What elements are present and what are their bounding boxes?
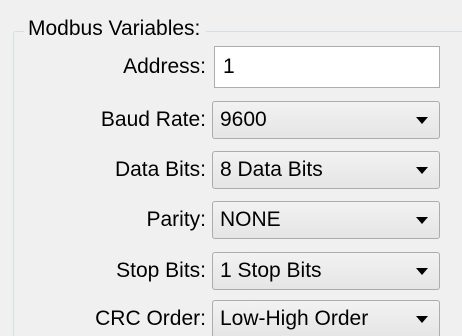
parity-value: NONE (220, 208, 281, 231)
address-row: Address: (0, 46, 462, 88)
chevron-down-icon (416, 167, 428, 174)
crc-order-value: Low-High Order (220, 307, 369, 330)
modbus-settings-panel: Modbus Variables: Address: Baud Rate: 96… (0, 0, 462, 336)
address-input[interactable] (214, 46, 440, 88)
stop-bits-value: 1 Stop Bits (220, 259, 322, 282)
data-bits-value: 8 Data Bits (220, 158, 323, 181)
parity-label: Parity: (146, 208, 206, 231)
parity-row: Parity: NONE (0, 199, 462, 241)
chevron-down-icon (416, 117, 428, 124)
data-bits-select[interactable]: 8 Data Bits (212, 151, 440, 189)
baud-rate-value: 9600 (220, 108, 267, 131)
data-bits-row: Data Bits: 8 Data Bits (0, 149, 462, 191)
address-label: Address: (123, 55, 206, 78)
chevron-down-icon (416, 316, 428, 323)
data-bits-label: Data Bits: (114, 158, 206, 181)
baud-rate-select[interactable]: 9600 (212, 101, 440, 139)
chevron-down-icon (416, 217, 428, 224)
baud-rate-row: Baud Rate: 9600 (0, 99, 462, 141)
crc-order-row: CRC Order: Low-High Order (0, 298, 462, 336)
crc-order-select[interactable]: Low-High Order (212, 300, 440, 336)
stop-bits-label: Stop Bits: (116, 259, 206, 282)
stop-bits-row: Stop Bits: 1 Stop Bits (0, 250, 462, 292)
crc-order-label: CRC Order: (95, 307, 206, 330)
stop-bits-select[interactable]: 1 Stop Bits (212, 252, 440, 290)
parity-select[interactable]: NONE (212, 201, 440, 239)
chevron-down-icon (416, 268, 428, 275)
group-title: Modbus Variables: (24, 16, 207, 42)
baud-rate-label: Baud Rate: (100, 108, 206, 131)
